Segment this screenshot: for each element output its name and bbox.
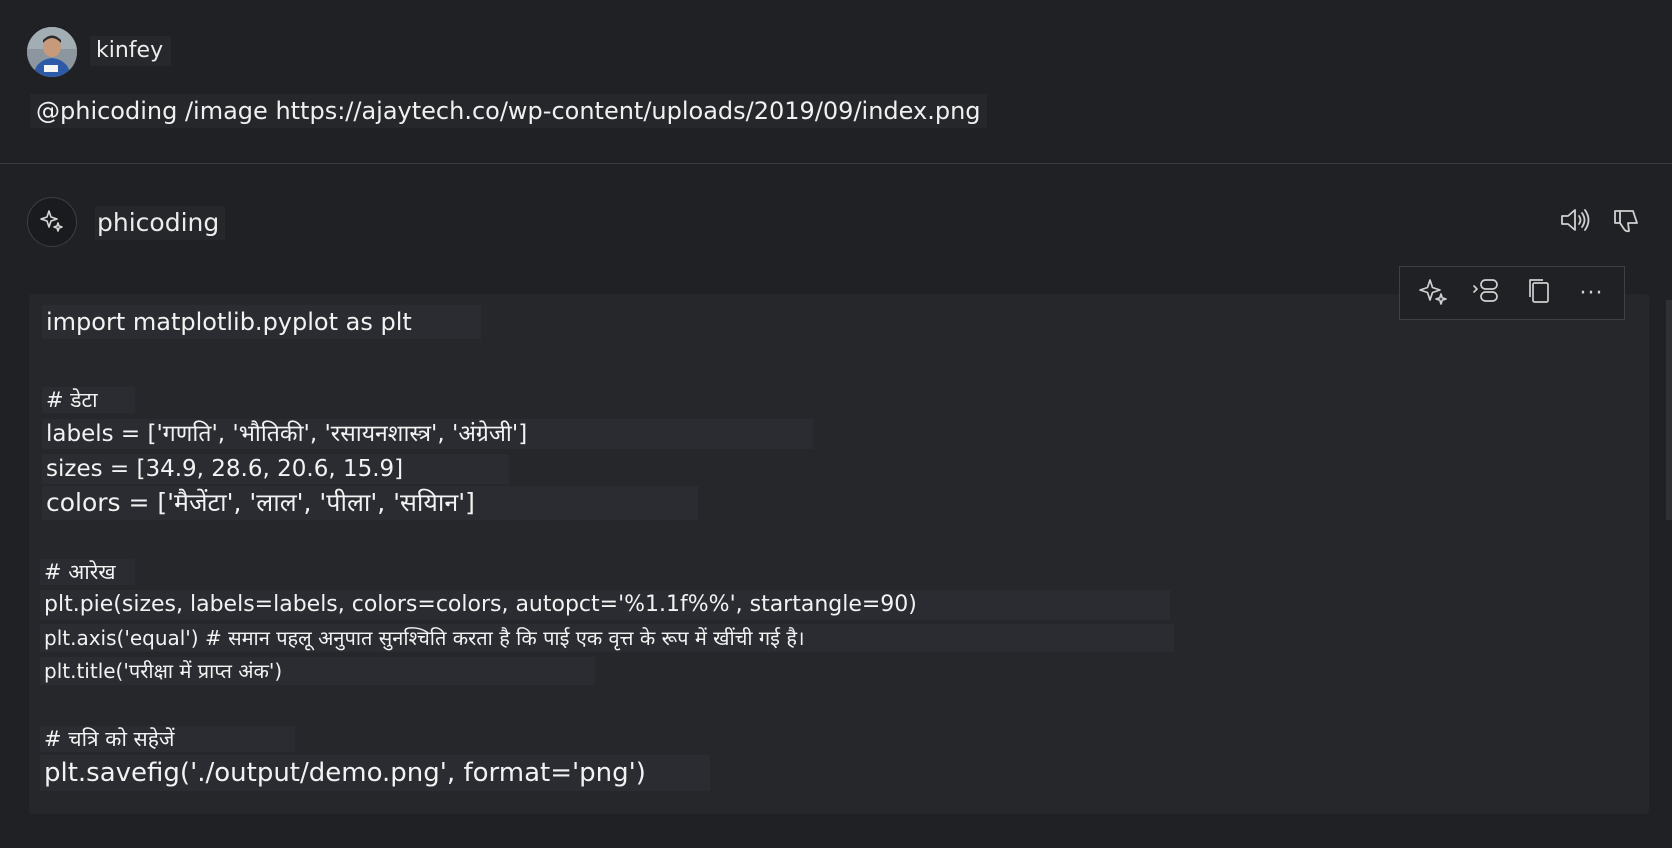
read-aloud-button[interactable]: [1555, 203, 1595, 241]
user-message-block: kinfey @phicoding /image https://ajaytec…: [0, 0, 1672, 164]
more-actions-button[interactable]: ···: [1570, 271, 1614, 315]
code-line: plt.savefig('./output/demo.png', format=…: [40, 755, 710, 791]
code-comment: # चत्रि को सहेजें: [40, 726, 295, 752]
code-line: labels = ['गणति', 'भौतिकी', 'रसायनशास्त्…: [42, 419, 813, 449]
insert-into-terminal-icon: [1470, 275, 1502, 311]
dislike-button[interactable]: [1607, 203, 1647, 241]
insert-into-terminal-button[interactable]: [1464, 271, 1508, 315]
sparkle-icon: [1417, 275, 1449, 311]
user-prompt-text: @phicoding /image https://ajaytech.co/wp…: [30, 94, 987, 128]
assistant-avatar: [27, 197, 77, 247]
sparkle-icon: [38, 206, 66, 238]
code-line: colors = ['मैजेंटा', 'लाल', 'पीला', 'सयि…: [42, 486, 698, 520]
code-line: plt.axis('equal') # समान पहलू अनुपात सुन…: [40, 624, 1174, 652]
speaker-icon: [1559, 205, 1591, 239]
code-line: sizes = [34.9, 28.6, 20.6, 15.9]: [42, 454, 509, 484]
more-icon: ···: [1579, 280, 1604, 306]
code-line: plt.title('परीक्षा में प्राप्त अंक'): [40, 657, 595, 685]
code-comment: # आरेख: [40, 559, 135, 585]
code-comment: # डेटा: [42, 387, 135, 413]
avatar: [27, 27, 77, 77]
message-divider: [0, 163, 1672, 164]
chat-panel: kinfey @phicoding /image https://ajaytec…: [0, 0, 1672, 848]
scrollbar[interactable]: [1666, 300, 1672, 520]
thumbs-down-icon: [1611, 205, 1643, 239]
copy-button[interactable]: [1517, 271, 1561, 315]
code-line: import matplotlib.pyplot as plt: [42, 305, 481, 339]
apply-suggestion-button[interactable]: [1411, 271, 1455, 315]
assistant-name: phicoding: [95, 206, 226, 240]
code-line: plt.pie(sizes, labels=labels, colors=col…: [40, 590, 1170, 620]
copy-icon: [1523, 275, 1555, 311]
user-name: kinfey: [90, 36, 172, 66]
code-block-toolbar: ···: [1399, 266, 1625, 320]
